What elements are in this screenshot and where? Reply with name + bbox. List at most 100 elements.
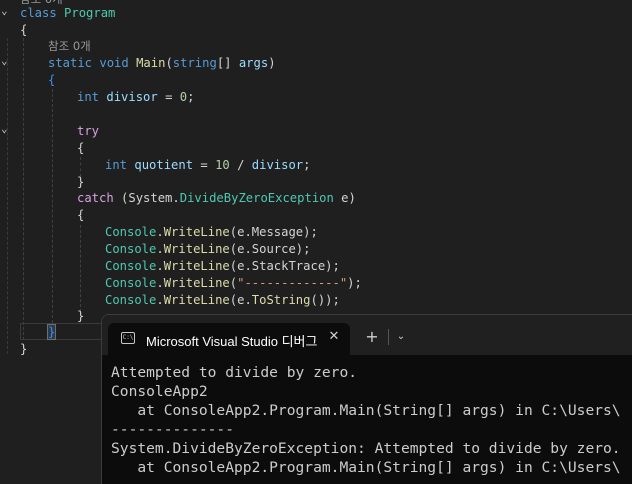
terminal-output-line: --------------	[111, 421, 235, 438]
operator: =	[157, 90, 180, 104]
code-line: {	[48, 72, 55, 89]
type-name: Console	[105, 242, 157, 256]
indent-guide	[23, 38, 24, 340]
new-tab-button[interactable]: +	[362, 327, 382, 347]
type-name: Console	[105, 276, 157, 290]
punct: .	[156, 259, 164, 273]
terminal-output-line: System.DivideByZeroException: Attempted …	[111, 440, 621, 457]
number: 0	[179, 90, 188, 104]
fold-chevron-icon[interactable]: ⌄	[1, 55, 11, 67]
string-literal: "-------------"	[237, 276, 348, 290]
code-line: }	[20, 341, 27, 358]
code-line: {	[77, 140, 84, 157]
punct: (	[113, 191, 129, 205]
arguments: (e.StackTrace);	[229, 259, 340, 273]
code-line: Console.WriteLine(e.Message);	[105, 224, 318, 241]
brace: {	[77, 208, 85, 222]
operator: /	[229, 158, 252, 172]
arguments: (e.Message);	[229, 225, 318, 239]
code-line: }	[77, 308, 84, 325]
code-line: }	[46, 324, 57, 341]
punct: .	[156, 225, 164, 239]
terminal-output-line: at ConsoleApp2.Program.Main(String[] arg…	[111, 402, 621, 419]
code-line: static void Main(string[] args)	[48, 55, 276, 72]
number: 10	[215, 158, 230, 172]
terminal-output-line: ConsoleApp2	[111, 383, 208, 400]
code-line: catch (System.DivideByZeroException e)	[77, 190, 356, 207]
keyword: int	[105, 158, 128, 172]
fold-chevron-icon[interactable]: ⌄	[1, 5, 11, 17]
indent-guide	[52, 89, 53, 323]
code-line: }	[77, 174, 84, 191]
punct: []	[216, 56, 239, 70]
tab-divider	[388, 329, 389, 345]
console-icon: C:\	[121, 332, 135, 344]
matched-brace: }	[46, 324, 57, 340]
punct: .	[156, 242, 164, 256]
keyword: static	[48, 56, 93, 70]
method-name: WriteLine	[163, 293, 230, 307]
punct: (	[229, 276, 238, 290]
terminal-tab-bar: C:\ Microsoft Visual Studio 디버그 ✕ + ⌄	[102, 315, 632, 355]
brace: }	[77, 309, 85, 323]
parameter: args	[238, 56, 269, 70]
method-name: ToString	[251, 293, 311, 307]
keyword: void	[99, 56, 129, 70]
code-line: class Program	[20, 5, 115, 22]
terminal-window[interactable]: C:\ Microsoft Visual Studio 디버그 ✕ + ⌄ At…	[101, 314, 632, 484]
code-line: Console.WriteLine(e.StackTrace);	[105, 258, 340, 275]
punct: ());	[310, 293, 340, 307]
terminal-tab-title: Microsoft Visual Studio 디버그	[146, 334, 318, 349]
punct: )	[268, 56, 276, 70]
brace: }	[20, 342, 28, 356]
terminal-tab[interactable]: C:\ Microsoft Visual Studio 디버그 ✕	[108, 323, 350, 355]
keyword: try	[77, 124, 100, 138]
variable: divisor	[106, 90, 158, 104]
arguments: (e.Source);	[229, 242, 311, 256]
brace: {	[20, 23, 28, 37]
method-name: WriteLine	[163, 276, 230, 290]
keyword: string	[172, 56, 217, 70]
code-line: Console.WriteLine("-------------");	[105, 275, 362, 292]
method-name: Main	[136, 56, 166, 70]
method-name: WriteLine	[163, 259, 230, 273]
parameter: e)	[333, 191, 356, 205]
keyword: int	[77, 90, 100, 104]
punct: );	[347, 276, 362, 290]
code-line: try	[77, 123, 99, 140]
keyword: class	[20, 6, 57, 20]
chevron-down-icon[interactable]: ⌄	[393, 329, 409, 345]
brace: {	[48, 73, 56, 87]
type-name: Console	[105, 225, 157, 239]
punct: ;	[303, 158, 311, 172]
method-name: WriteLine	[163, 225, 230, 239]
class-name: Program	[64, 6, 116, 20]
fold-chevron-icon[interactable]: ⌄	[1, 123, 11, 135]
type-name: DivideByZeroException	[179, 191, 334, 205]
punct: .	[156, 293, 164, 307]
close-icon[interactable]: ✕	[326, 329, 342, 347]
namespace: System.	[128, 191, 180, 205]
keyword: catch	[77, 191, 114, 205]
fold-region-line	[7, 38, 8, 354]
code-line: Console.WriteLine(e.Source);	[105, 241, 310, 258]
terminal-output-line: Attempted to divide by zero.	[111, 364, 358, 381]
variable: divisor	[251, 158, 304, 172]
code-line: Console.WriteLine(e.ToString());	[105, 292, 340, 309]
punct: (	[165, 56, 173, 70]
variable: quotient	[134, 158, 194, 172]
indent-guide	[80, 225, 81, 312]
brace: }	[77, 175, 85, 189]
type-name: Console	[105, 259, 157, 273]
code-line: {	[20, 22, 27, 39]
type-name: Console	[105, 293, 157, 307]
terminal-output-line: at ConsoleApp2.Program.Main(String[] arg…	[111, 459, 621, 476]
punct: ;	[187, 90, 195, 104]
codelens-reference[interactable]: 참조 0개	[48, 38, 91, 55]
brace: {	[77, 141, 85, 155]
code-line: int quotient = 10 / divisor;	[105, 157, 311, 174]
code-line: int divisor = 0;	[77, 89, 194, 106]
punct: .	[156, 276, 164, 290]
operator: =	[193, 158, 216, 172]
code-line: {	[77, 207, 84, 224]
